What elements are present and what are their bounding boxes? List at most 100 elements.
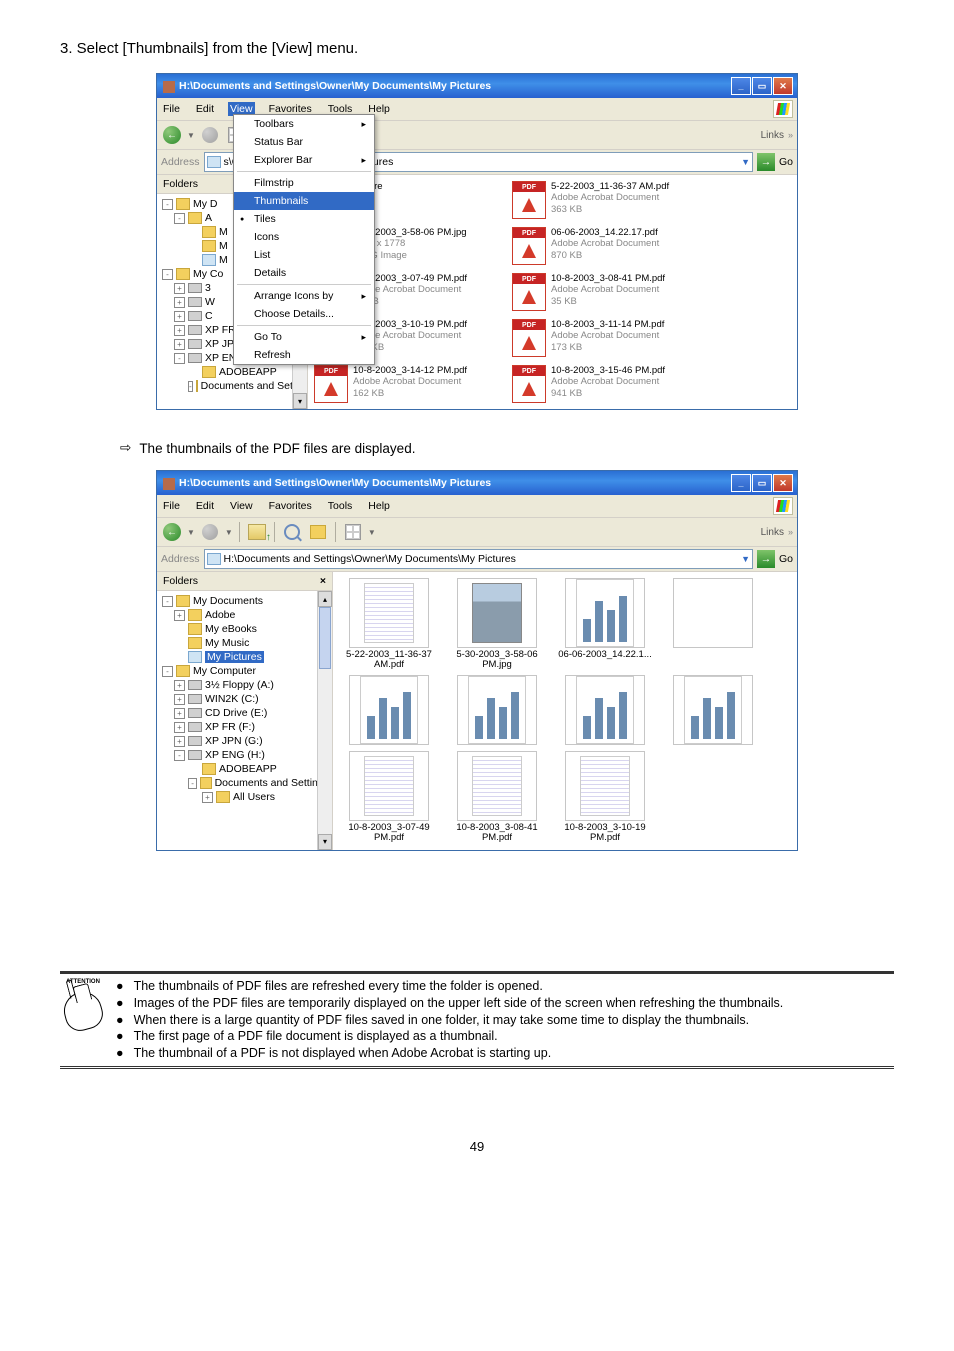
menu-item-explorerbar[interactable]: Explorer Bar [234, 151, 374, 169]
tree-row[interactable]: -XP ENG (H:) [174, 748, 329, 762]
thumbnail-item[interactable] [555, 675, 655, 747]
tree-row[interactable]: +XP JPN (G:) [174, 734, 329, 748]
tree-toggle[interactable]: - [174, 750, 185, 761]
views-button[interactable] [342, 521, 364, 543]
forward-button[interactable] [199, 521, 221, 543]
tree-toggle[interactable]: - [174, 353, 185, 364]
search-button[interactable] [281, 521, 303, 543]
thumbnail-item[interactable] [663, 675, 763, 747]
minimize-button[interactable]: _ [731, 474, 751, 492]
close-button[interactable]: ✕ [773, 77, 793, 95]
file-item[interactable]: PDF10-8-2003_3-14-12 PM.pdfAdobe Acrobat… [314, 365, 504, 403]
menu-item-tiles[interactable]: Tiles [234, 210, 374, 228]
tree-toggle[interactable]: + [174, 339, 185, 350]
scrollbar[interactable]: ▴ ▾ [317, 591, 332, 850]
tree-toggle[interactable]: + [174, 610, 185, 621]
folders-button[interactable] [307, 521, 329, 543]
thumbnail-item[interactable]: 10-8-2003_3-07-49 PM.pdf [339, 751, 439, 844]
file-item[interactable]: PDF10-8-2003_3-11-14 PM.pdfAdobe Acrobat… [512, 319, 702, 357]
tree-toggle[interactable]: + [174, 297, 185, 308]
file-item[interactable]: PDF06-06-2003_14.22.17.pdfAdobe Acrobat … [512, 227, 702, 265]
thumbnail-item[interactable]: 5-30-2003_3-58-06 PM.jpg [447, 578, 547, 671]
tree-toggle[interactable]: + [174, 708, 185, 719]
tree-toggle[interactable]: - [188, 778, 197, 789]
address-input[interactable]: H:\Documents and Settings\Owner\My Docum… [204, 549, 753, 569]
menu-item-statusbar[interactable]: Status Bar [234, 133, 374, 151]
dropdown-icon[interactable]: ▼ [741, 554, 750, 564]
tree-row[interactable]: -My Computer [162, 664, 329, 678]
thumbnail-item[interactable]: 5-22-2003_11-36-37 AM.pdf [339, 578, 439, 671]
close-panel-button[interactable]: × [320, 575, 326, 587]
tree-row[interactable]: +3½ Floppy (A:) [174, 678, 329, 692]
menu-favorites[interactable]: Favorites [267, 499, 314, 513]
tree-toggle[interactable]: - [162, 666, 173, 677]
thumbnail-item[interactable] [339, 675, 439, 747]
maximize-button[interactable]: ▭ [752, 77, 772, 95]
tree-row[interactable]: -Documents and Settings [188, 776, 329, 790]
tree-row[interactable]: +Adobe [174, 608, 329, 622]
tree-row[interactable]: ADOBEAPP [188, 365, 304, 379]
thumbnail-item[interactable] [447, 675, 547, 747]
menu-item-toolbars[interactable]: Toolbars [234, 115, 374, 133]
menu-file[interactable]: File [161, 499, 182, 513]
tree-row[interactable]: -Documents and Settings [188, 379, 304, 393]
thumbnail-item[interactable]: 10-8-2003_3-10-19 PM.pdf [555, 751, 655, 844]
tree-toggle[interactable]: + [174, 325, 185, 336]
tree-toggle[interactable]: + [174, 311, 185, 322]
scroll-up-button[interactable]: ▴ [318, 591, 332, 607]
scroll-down-button[interactable]: ▾ [318, 834, 332, 850]
tree-toggle[interactable]: + [174, 736, 185, 747]
menu-item-icons[interactable]: Icons [234, 228, 374, 246]
menu-item-refresh[interactable]: Refresh [234, 346, 374, 364]
menu-item-filmstrip[interactable]: Filmstrip [234, 174, 374, 192]
tree-row[interactable]: My Music [174, 636, 329, 650]
menu-item-list[interactable]: List [234, 246, 374, 264]
menu-edit[interactable]: Edit [194, 499, 216, 513]
minimize-button[interactable]: _ [731, 77, 751, 95]
tree-toggle[interactable]: + [202, 792, 213, 803]
go-button[interactable]: → [757, 550, 775, 568]
tree-toggle[interactable]: + [174, 694, 185, 705]
maximize-button[interactable]: ▭ [752, 474, 772, 492]
back-button[interactable]: ← [161, 521, 183, 543]
back-button[interactable]: ← [161, 124, 183, 146]
menu-edit[interactable]: Edit [194, 102, 216, 116]
tree-toggle[interactable]: - [174, 213, 185, 224]
menu-tools[interactable]: Tools [326, 499, 355, 513]
close-button[interactable]: ✕ [773, 474, 793, 492]
menu-item-goto[interactable]: Go To [234, 328, 374, 346]
thumbnail-item[interactable]: 06-06-2003_14.22.1... [555, 578, 655, 671]
tree-row[interactable]: My Pictures [174, 650, 329, 664]
menu-item-details[interactable]: Details [234, 264, 374, 282]
tree-toggle[interactable]: - [188, 381, 193, 392]
tree-toggle[interactable]: + [174, 722, 185, 733]
file-item[interactable]: PDF10-8-2003_3-15-46 PM.pdfAdobe Acrobat… [512, 365, 702, 403]
menu-help[interactable]: Help [366, 499, 392, 513]
forward-button[interactable] [199, 124, 221, 146]
tree-row[interactable]: My eBooks [174, 622, 329, 636]
thumbnail-item[interactable] [663, 578, 763, 671]
tree-row[interactable]: ADOBEAPP [188, 762, 329, 776]
tree-toggle[interactable]: - [162, 596, 173, 607]
scroll-down-button[interactable]: ▾ [293, 393, 307, 409]
up-button[interactable] [246, 521, 268, 543]
file-item[interactable]: PDF5-22-2003_11-36-37 AM.pdfAdobe Acroba… [512, 181, 702, 219]
tree-row[interactable]: +CD Drive (E:) [174, 706, 329, 720]
tree-toggle[interactable]: - [162, 199, 173, 210]
tree-toggle[interactable]: - [162, 269, 173, 280]
go-button[interactable]: → [757, 153, 775, 171]
menu-item-arrange[interactable]: Arrange Icons by [234, 287, 374, 305]
tree-row[interactable]: +XP FR (F:) [174, 720, 329, 734]
file-item[interactable]: PDF10-8-2003_3-08-41 PM.pdfAdobe Acrobat… [512, 273, 702, 311]
scroll-thumb[interactable] [319, 607, 331, 669]
tree-toggle[interactable]: + [174, 680, 185, 691]
menu-item-choose[interactable]: Choose Details... [234, 305, 374, 323]
dropdown-icon[interactable]: ▼ [741, 157, 750, 167]
thumbnail-item[interactable]: 10-8-2003_3-08-41 PM.pdf [447, 751, 547, 844]
tree-row[interactable]: -My Documents [162, 594, 329, 608]
menu-view[interactable]: View [228, 499, 255, 513]
menu-item-thumbnails[interactable]: Thumbnails [234, 192, 374, 210]
menu-file[interactable]: File [161, 102, 182, 116]
tree-row[interactable]: +WIN2K (C:) [174, 692, 329, 706]
tree-row[interactable]: +All Users [202, 790, 329, 804]
